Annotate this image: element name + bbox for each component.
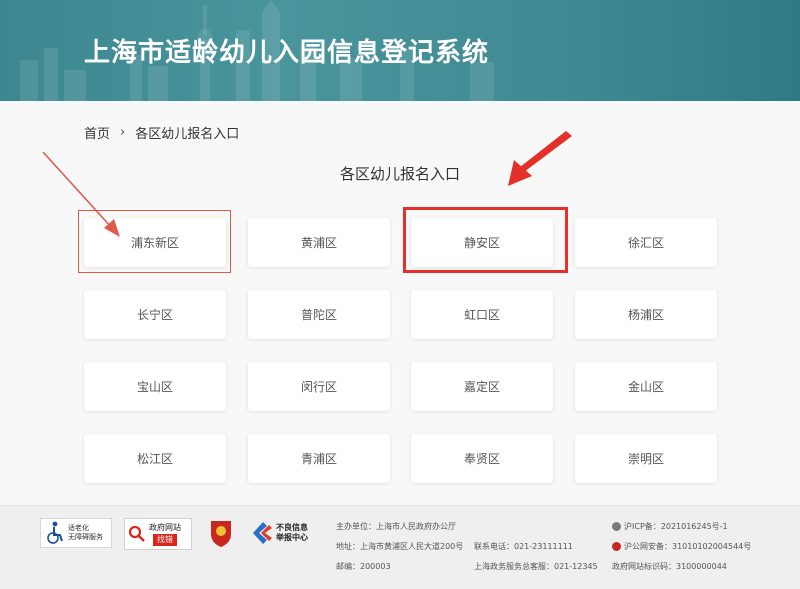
footer-phone-column: 联系电话：021-23111111 上海政务服务总客服：021-12345 xyxy=(474,543,598,583)
party-emblem-logo[interactable] xyxy=(209,518,233,548)
site-header: 上海市适龄幼儿入园信息登记系统 xyxy=(0,0,800,101)
site-title: 上海市适龄幼儿入园信息登记系统 xyxy=(84,38,490,68)
report-label-line1: 不良信息 xyxy=(276,523,308,532)
district-button-fengxian[interactable]: 奉贤区 xyxy=(411,434,553,483)
district-button-minhang[interactable]: 闵行区 xyxy=(248,362,390,411)
gov-site-error-report-logo[interactable]: 政府网站 找错 xyxy=(124,518,192,550)
district-button-qingpu[interactable]: 青浦区 xyxy=(248,434,390,483)
bad-info-report-center-logo[interactable]: 不良信息 举报中心 xyxy=(251,518,315,548)
district-button-putuo[interactable]: 普陀区 xyxy=(248,290,390,339)
district-button-chongming[interactable]: 崇明区 xyxy=(575,434,717,483)
footer-registration-column: 沪ICP备：2021016245号-1 沪公网安备：31010102004544… xyxy=(612,522,751,583)
magnifier-icon xyxy=(128,525,145,542)
district-button-baoshan[interactable]: 宝山区 xyxy=(84,362,226,411)
main-content: 首页 › 各区幼儿报名入口 各区幼儿报名入口 浦东新区 黄浦区 静安区 徐汇区 … xyxy=(0,101,800,505)
breadcrumb-home-link[interactable]: 首页 xyxy=(84,123,110,142)
footer-host: 主办单位：上海市人民政府办公厅 xyxy=(336,522,456,531)
breadcrumb-separator: › xyxy=(120,125,126,140)
footer-site-code: 政府网站标识码：3100000044 xyxy=(612,562,727,571)
wheelchair-icon xyxy=(47,521,63,544)
footer-contact-column: 主办单位：上海市人民政府办公厅 地址：上海市黄浦区人民大道200号 邮编：200… xyxy=(336,523,463,583)
report-label-line2: 举报中心 xyxy=(276,533,308,542)
footer-phone: 联系电话：021-23111111 xyxy=(474,542,573,551)
footer-service-phone: 上海政务服务总客服：021-12345 xyxy=(474,562,598,571)
site-footer: 适老化 无障碍服务 政府网站 找错 不良信息 举报中心 主办单位：上海市人民政府… xyxy=(0,505,800,589)
district-button-changning[interactable]: 长宁区 xyxy=(84,290,226,339)
district-button-jinshan[interactable]: 金山区 xyxy=(575,362,717,411)
footer-address: 地址：上海市黄浦区人民大道200号 xyxy=(336,542,464,551)
shield-emblem-icon xyxy=(211,521,231,547)
footer-icp[interactable]: 沪ICP备：2021016245号-1 xyxy=(624,523,728,531)
highlight-box-jingan xyxy=(403,207,568,273)
accessibility-label-line1: 适老化 xyxy=(68,524,89,532)
breadcrumb: 首页 › 各区幼儿报名入口 xyxy=(84,123,239,142)
report-center-icon xyxy=(253,522,272,544)
find-error-label: 找错 xyxy=(153,534,177,546)
icp-icon xyxy=(612,522,621,531)
district-button-huangpu[interactable]: 黄浦区 xyxy=(248,218,390,267)
district-button-xuhui[interactable]: 徐汇区 xyxy=(575,218,717,267)
district-button-yangpu[interactable]: 杨浦区 xyxy=(575,290,717,339)
district-button-hongkou[interactable]: 虹口区 xyxy=(411,290,553,339)
accessibility-service-logo[interactable]: 适老化 无障碍服务 xyxy=(40,518,112,548)
police-badge-icon xyxy=(612,542,621,551)
section-title: 各区幼儿报名入口 xyxy=(339,165,460,183)
gov-site-label: 政府网站 xyxy=(149,523,181,532)
footer-police[interactable]: 沪公网安备：31010102004544号 xyxy=(624,543,751,551)
accessibility-label-line2: 无障碍服务 xyxy=(68,533,103,541)
district-button-songjiang[interactable]: 松江区 xyxy=(84,434,226,483)
district-button-jiading[interactable]: 嘉定区 xyxy=(411,362,553,411)
footer-zip: 邮编：200003 xyxy=(336,562,391,571)
breadcrumb-current: 各区幼儿报名入口 xyxy=(135,127,240,142)
highlight-box-pudong xyxy=(78,210,231,273)
